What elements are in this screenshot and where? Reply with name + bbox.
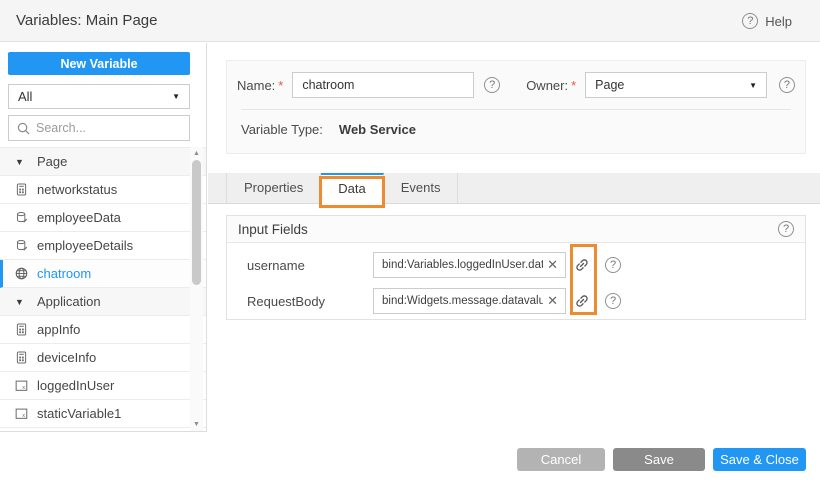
device-variable-icon <box>15 351 28 364</box>
field-row-username: username bind:Variables.loggedInUser.dat… <box>227 247 805 283</box>
divider <box>241 109 791 110</box>
input-fields-help-icon[interactable]: ? <box>778 221 794 237</box>
required-star: * <box>571 78 576 93</box>
clear-icon[interactable]: ✕ <box>547 257 558 273</box>
help-link[interactable]: ? Help <box>742 0 792 42</box>
tab-label: Data <box>338 181 365 196</box>
help-label: Help <box>765 14 792 29</box>
bind-value: bind:Variables.loggedInUser.dataSet.na <box>382 259 543 271</box>
field-label: username <box>247 258 373 273</box>
search-input[interactable] <box>36 121 181 135</box>
name-help-icon[interactable]: ? <box>484 77 500 93</box>
item-label: employeeData <box>37 210 121 225</box>
variable-type-value: Web Service <box>339 122 416 137</box>
variable-search[interactable] <box>8 115 190 141</box>
sidebar-item-deviceInfo[interactable]: deviceInfo <box>0 344 206 372</box>
item-label: employeeDetails <box>37 238 133 253</box>
dialog-header: Variables: Main Page ? Help <box>0 0 820 42</box>
item-label: deviceInfo <box>37 350 96 365</box>
chevron-down-icon: ▼ <box>749 81 757 90</box>
scroll-up-icon[interactable]: ▲ <box>190 150 203 157</box>
input-fields-title: Input Fields <box>238 222 308 237</box>
static-variable-icon: x <box>15 407 28 420</box>
bind-link-icon[interactable] <box>572 288 592 315</box>
item-label: loggedInUser <box>37 378 114 393</box>
tab-events[interactable]: Events <box>384 173 459 204</box>
group-label: Page <box>37 154 67 169</box>
bind-link-icon[interactable] <box>572 252 592 279</box>
collapse-triangle-icon[interactable]: ▼ <box>15 157 28 167</box>
scroll-down-icon[interactable]: ▼ <box>190 421 203 428</box>
variable-tree: ▼ Page networkstatus employeeData emplo <box>0 147 206 428</box>
sidebar-group-page[interactable]: ▼ Page <box>0 148 206 176</box>
name-label: Name:* <box>237 78 283 93</box>
clear-icon[interactable]: ✕ <box>547 293 558 309</box>
sidebar-item-appInfo[interactable]: appInfo <box>0 316 206 344</box>
detail-tabbar: Properties Data Events <box>208 173 820 204</box>
username-bind-input[interactable]: bind:Variables.loggedInUser.dataSet.na ✕ <box>373 252 566 278</box>
sidebar-item-staticVariable1[interactable]: x staticVariable1 <box>0 400 206 428</box>
dialog-footer: Cancel Save Save & Close <box>517 448 806 471</box>
tab-data[interactable]: Data <box>321 173 383 204</box>
variables-sidebar: New Variable All ▼ ▼ Page networkstatus <box>0 43 207 432</box>
bind-value: bind:Widgets.message.datavalue <box>382 295 543 307</box>
owner-select[interactable]: Page ▼ <box>585 72 767 98</box>
item-label: chatroom <box>37 266 91 281</box>
field-label: RequestBody <box>247 294 373 309</box>
filter-selected-value: All <box>18 89 32 104</box>
sidebar-item-chatroom[interactable]: chatroom <box>0 260 206 288</box>
new-variable-button[interactable]: New Variable <box>8 52 190 75</box>
device-variable-icon <box>15 183 28 196</box>
group-label: Application <box>37 294 101 309</box>
tab-properties[interactable]: Properties <box>226 173 321 204</box>
svg-text:x: x <box>22 384 25 390</box>
device-variable-icon <box>15 323 28 336</box>
variable-type-label: Variable Type: <box>241 122 323 137</box>
item-label: appInfo <box>37 322 80 337</box>
cancel-button[interactable]: Cancel <box>517 448 605 471</box>
help-circle-icon: ? <box>742 13 758 29</box>
service-variable-icon <box>15 211 28 224</box>
sidebar-item-employeeData[interactable]: employeeData <box>0 204 206 232</box>
scrollbar-thumb[interactable] <box>192 160 201 285</box>
requestbody-help-icon[interactable]: ? <box>605 293 621 309</box>
item-label: staticVariable1 <box>37 406 121 421</box>
input-fields-panel: Input Fields ? username bind:Variables.l… <box>226 215 806 320</box>
owner-label: Owner:* <box>526 78 576 93</box>
sidebar-item-loggedInUser[interactable]: x loggedInUser <box>0 372 206 400</box>
web-service-globe-icon <box>15 267 28 280</box>
sidebar-item-networkstatus[interactable]: networkstatus <box>0 176 206 204</box>
owner-selected-value: Page <box>595 78 624 92</box>
save-button[interactable]: Save <box>613 448 705 471</box>
owner-help-icon[interactable]: ? <box>779 77 795 93</box>
variable-name-input[interactable] <box>292 72 474 98</box>
service-variable-icon <box>15 239 28 252</box>
chevron-down-icon: ▼ <box>172 92 180 101</box>
variable-filter-select[interactable]: All ▼ <box>8 84 190 109</box>
collapse-triangle-icon[interactable]: ▼ <box>15 297 28 307</box>
sidebar-scrollbar[interactable]: ▲ ▼ <box>190 147 203 431</box>
input-fields-header: Input Fields ? <box>227 216 805 243</box>
variable-detail-pane: Name:* ? Owner:* Page ▼ ? Variable Type:… <box>208 43 820 489</box>
username-help-icon[interactable]: ? <box>605 257 621 273</box>
required-star: * <box>278 78 283 93</box>
static-variable-icon: x <box>15 379 28 392</box>
save-and-close-button[interactable]: Save & Close <box>713 448 806 471</box>
item-label: networkstatus <box>37 182 117 197</box>
field-row-requestbody: RequestBody bind:Widgets.message.dataval… <box>227 283 805 319</box>
variables-dialog: Variables: Main Page ? Help New Variable… <box>0 0 820 489</box>
variable-summary-box: Name:* ? Owner:* Page ▼ ? Variable Type:… <box>226 60 806 154</box>
sidebar-group-application[interactable]: ▼ Application <box>0 288 206 316</box>
search-icon <box>17 122 30 135</box>
svg-text:x: x <box>22 412 25 418</box>
requestbody-bind-input[interactable]: bind:Widgets.message.datavalue ✕ <box>373 288 566 314</box>
page-title: Variables: Main Page <box>16 12 157 29</box>
sidebar-item-employeeDetails[interactable]: employeeDetails <box>0 232 206 260</box>
